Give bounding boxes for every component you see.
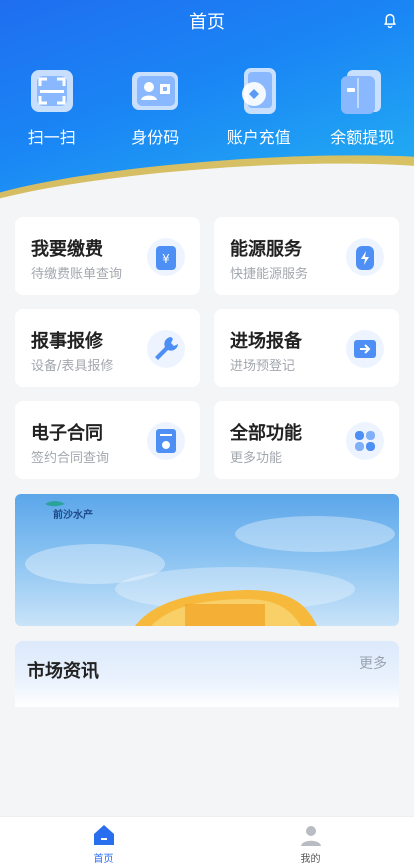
profile-icon [300,826,321,846]
service-card-contract[interactable]: 电子合同 签约合同查询 [15,401,200,479]
bell-icon[interactable] [380,10,400,30]
bottom-tab-bar: 首页 我的 [0,816,414,867]
quick-action-withdraw[interactable]: 余额提现 [314,64,410,148]
quick-action-scan[interactable]: 扫一扫 [4,64,100,148]
service-title: 全部功能 [230,423,302,444]
home-icon [93,825,114,845]
tab-label: 首页 [93,854,114,865]
service-subtitle: 更多功能 [230,451,283,466]
service-card-payment[interactable]: 我要缴费 待缴费账单查询 ¥ [15,217,200,295]
service-subtitle: 设备/表具报修 [31,359,114,374]
service-subtitle: 快捷能源服务 [230,267,309,282]
page-title: 首页 [189,12,225,33]
tab-home[interactable]: 首页 [0,817,207,867]
scan-icon [30,70,73,112]
payment-icon: ¥ [147,238,185,276]
service-title: 电子合同 [31,423,103,444]
service-card-all-functions[interactable]: 全部功能 更多功能 [214,401,399,479]
market-news-section: 市场资讯 更多 [15,641,399,707]
news-more-link[interactable]: 更多 [359,653,387,673]
tab-profile[interactable]: 我的 [207,817,414,867]
service-title: 报事报修 [31,331,103,352]
all-functions-icon [346,422,384,460]
contract-icon [147,422,185,460]
quick-action-label: 账户充值 [226,128,291,147]
recharge-icon [241,68,276,114]
service-title: 进场报备 [230,331,302,352]
service-subtitle: 签约合同查询 [31,451,110,466]
news-title: 市场资讯 [27,661,99,682]
services-grid: 我要缴费 待缴费账单查询 ¥ 能源服务 快捷能源服务 报事报修 设备/表具报修 … [15,217,399,479]
banner-logo-text: 前沙水产 [53,510,93,521]
service-subtitle: 进场预登记 [230,359,296,374]
promo-banner[interactable]: 前沙水产 [15,494,399,626]
service-title: 我要缴费 [31,239,103,260]
energy-icon [346,238,384,276]
service-card-energy[interactable]: 能源服务 快捷能源服务 [214,217,399,295]
tab-label: 我的 [300,854,321,865]
service-subtitle: 待缴费账单查询 [31,267,123,282]
quick-action-recharge[interactable]: 账户充值 [211,64,307,148]
wrench-icon [147,330,185,368]
quick-action-id-code[interactable]: 身份码 [107,64,203,148]
service-card-repair[interactable]: 报事报修 设备/表具报修 [15,309,200,387]
quick-action-label: 余额提现 [330,128,395,147]
id-code-icon [132,72,179,110]
quick-actions: 扫一扫 身份码 账户充值 余额提现 [0,64,414,148]
service-card-entry[interactable]: 进场报备 进场预登记 [214,309,399,387]
quick-action-label: 身份码 [131,128,180,147]
svg-text:¥: ¥ [162,252,170,266]
withdraw-icon [341,70,382,114]
service-title: 能源服务 [230,239,302,260]
quick-action-label: 扫一扫 [27,128,76,147]
entry-icon [346,330,384,368]
